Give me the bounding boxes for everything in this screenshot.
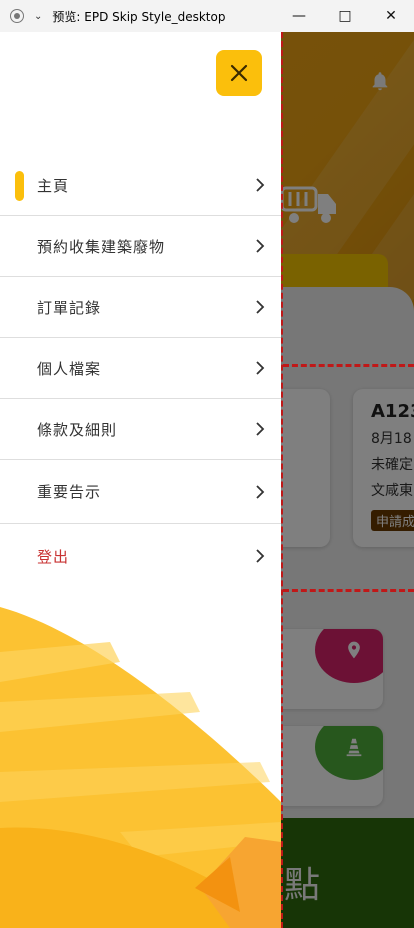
chevron-right-icon xyxy=(256,549,265,563)
close-icon xyxy=(230,64,248,82)
menu-item-label: 個人檔案 xyxy=(37,359,102,378)
drawer-menu: 主頁 預約收集建築廢物 訂單記錄 個人檔案 條款及細則 重要告示 登出 xyxy=(0,155,281,588)
chevron-right-icon xyxy=(256,239,265,253)
minimize-button[interactable]: — xyxy=(276,0,322,32)
menu-item-terms[interactable]: 條款及細則 xyxy=(0,399,281,460)
decorative-background-shape xyxy=(0,607,281,928)
menu-item-label: 重要告示 xyxy=(37,483,102,501)
menu-item-label: 條款及細則 xyxy=(37,420,118,439)
menu-item-home[interactable]: 主頁 xyxy=(0,155,281,216)
section-divider-indicator xyxy=(283,364,414,367)
window-title: 预览: EPD Skip Style_desktop xyxy=(52,9,226,24)
chevron-right-icon xyxy=(256,178,265,192)
navigation-drawer: 主頁 預約收集建築廢物 訂單記錄 個人檔案 條款及細則 重要告示 登出 xyxy=(0,32,281,928)
section-divider-indicator xyxy=(283,589,414,592)
maximize-button[interactable]: □ xyxy=(322,0,368,32)
menu-item-label: 登出 xyxy=(37,547,70,566)
chevron-right-icon xyxy=(256,484,265,499)
menu-item-notices[interactable]: 重要告示 xyxy=(0,460,281,524)
menu-item-orders[interactable]: 訂單記錄 xyxy=(0,277,281,338)
menu-item-booking[interactable]: 預約收集建築廢物 xyxy=(0,216,281,277)
menu-item-label: 主頁 xyxy=(37,176,70,195)
menu-item-label: 預約收集建築廢物 xyxy=(37,237,166,256)
window-titlebar: ⌄ 预览: EPD Skip Style_desktop — □ ✕ xyxy=(0,0,414,32)
menu-item-logout[interactable]: 登出 xyxy=(0,524,281,588)
menu-item-profile[interactable]: 個人檔案 xyxy=(0,338,281,399)
close-drawer-button[interactable] xyxy=(216,50,262,96)
chevron-right-icon xyxy=(256,422,265,436)
active-indicator xyxy=(15,171,24,201)
record-icon xyxy=(10,9,24,23)
chevron-right-icon xyxy=(256,361,265,375)
window-close-button[interactable]: ✕ xyxy=(368,0,414,32)
chevron-right-icon xyxy=(256,300,265,314)
chevron-down-icon[interactable]: ⌄ xyxy=(34,11,42,22)
menu-item-label: 訂單記錄 xyxy=(37,298,102,317)
